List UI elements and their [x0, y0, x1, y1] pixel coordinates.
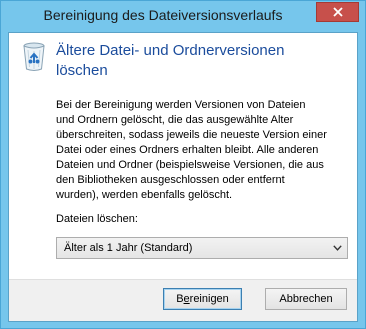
description-line: den Bibliotheken ausgeschlossen oder ent…: [56, 174, 285, 186]
title-bar[interactable]: Bereinigung des Dateiversionsverlaufs: [1, 1, 365, 32]
description-line: Dateien und Ordner (beispielsweise Versi…: [56, 159, 324, 171]
description-line: und Ordnern gelöscht, die das ausgewählt…: [56, 114, 294, 126]
button-bar: Bereinigen Abbrechen: [9, 279, 357, 321]
content-pane: Ältere Datei- und Ordnerversionen lösche…: [9, 33, 357, 279]
description-line: wurden), werden ebenfalls gelöscht.: [56, 189, 233, 201]
delete-files-label: Dateien löschen:: [56, 213, 138, 225]
close-button[interactable]: [316, 2, 359, 22]
chevron-down-icon: [333, 245, 342, 251]
age-select-value: Älter als 1 Jahr (Standard): [64, 242, 193, 254]
recycle-bin-icon: [23, 42, 45, 71]
age-select[interactable]: Älter als 1 Jahr (Standard): [56, 237, 348, 259]
heading-line: löschen: [56, 62, 108, 79]
dialog-heading: Ältere Datei- und Ordnerversionen lösche…: [56, 41, 346, 81]
dialog-client-area: Ältere Datei- und Ordnerversionen lösche…: [8, 32, 358, 322]
description-line: Datei oder eines Ordners erhalten bleibt…: [56, 144, 319, 156]
cleanup-button[interactable]: Bereinigen: [163, 288, 242, 310]
window-title: Bereinigung des Dateiversionsverlaufs: [43, 7, 283, 23]
cleanup-dialog-window: Bereinigung des Dateiversionsverlaufs Äl…: [0, 0, 366, 329]
cancel-button[interactable]: Abbrechen: [265, 288, 347, 310]
cleanup-label: Bereinigen: [176, 293, 229, 305]
heading-line: Ältere Datei- und Ordnerversionen: [56, 42, 285, 59]
description-text: Bei der Bereinigung werden Versionen von…: [56, 98, 356, 203]
description-line: Bei der Bereinigung werden Versionen von…: [56, 99, 306, 111]
description-line: überschreiten, sodass jeweils die neuest…: [56, 129, 327, 141]
close-icon: [332, 7, 343, 17]
